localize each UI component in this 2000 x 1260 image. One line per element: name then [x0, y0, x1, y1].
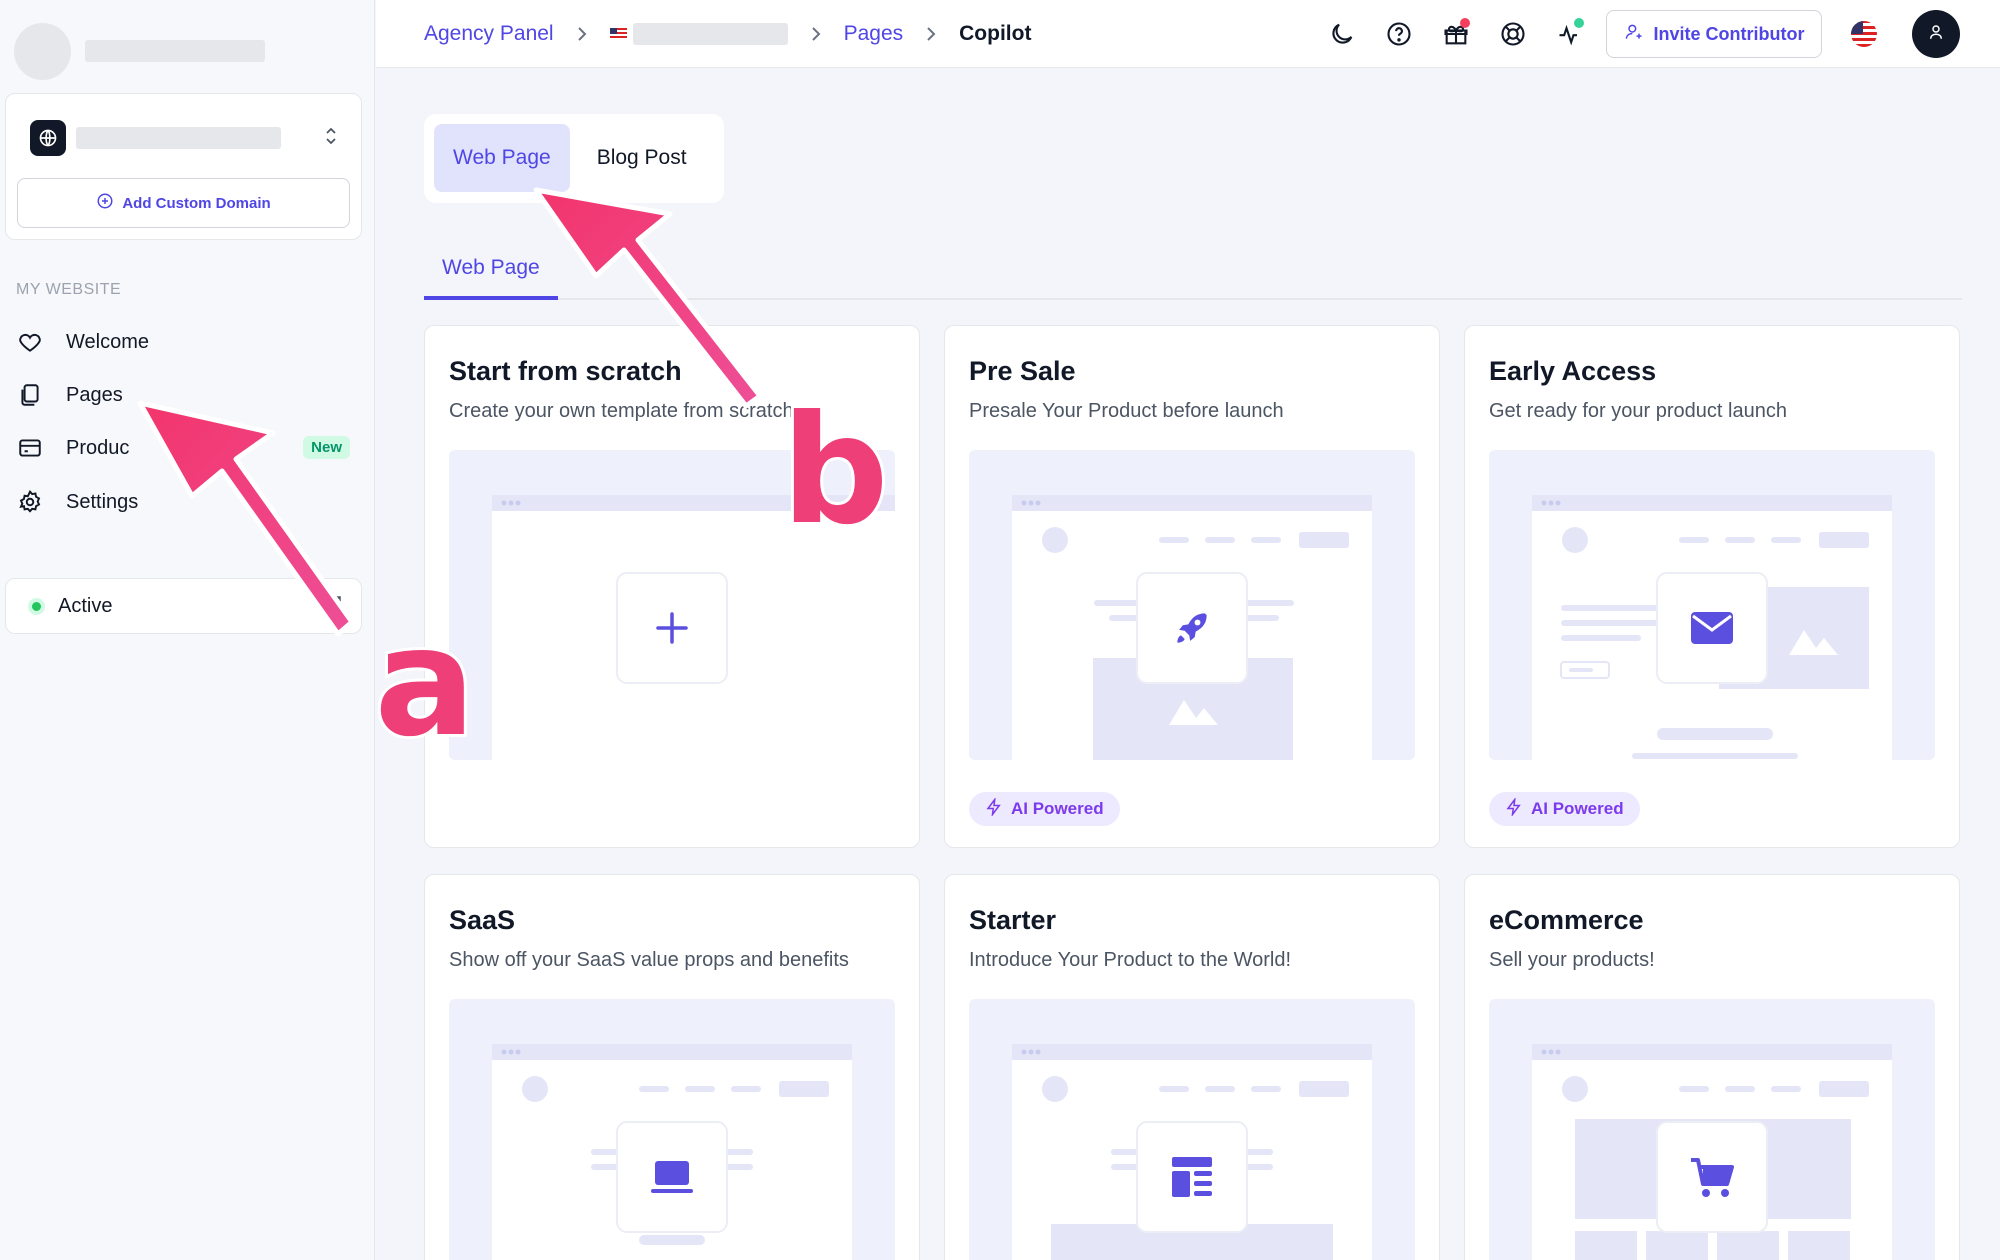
breadcrumb-pages[interactable]: Pages [844, 22, 904, 46]
card-description: Sell your products! [1489, 949, 1655, 971]
template-preview [449, 450, 895, 760]
card-title: Early Access [1489, 356, 1657, 386]
card-title: eCommerce [1489, 905, 1644, 935]
card-title: SaaS [449, 905, 516, 935]
shopping-cart-icon [1689, 1156, 1735, 1205]
breadcrumb-website[interactable] [609, 22, 788, 45]
tab-blog-post[interactable]: Blog Post [578, 124, 706, 192]
breadcrumb: Agency Panel Pages Copilot [424, 22, 1031, 46]
user-profile[interactable] [14, 22, 354, 80]
user-menu-button[interactable] [1912, 10, 1960, 58]
laptop-icon [649, 1157, 695, 1202]
sidebar-item-products[interactable]: Produc New [16, 428, 356, 468]
pages-icon [16, 381, 44, 409]
chevron-right-icon [576, 25, 588, 43]
card-title: Pre Sale [969, 356, 1076, 386]
card-description: Create your own template from scratch. [449, 400, 800, 422]
sidebar: Add Custom Domain MY WEBSITE Welcome Pag… [0, 0, 375, 1260]
mail-icon [1689, 608, 1735, 653]
template-card-saas[interactable]: SaaS Show off your SaaS value props and … [424, 874, 920, 1260]
heart-icon [16, 328, 44, 356]
new-badge: New [303, 436, 350, 459]
template-card-start-from-scratch[interactable]: Start from scratch Create your own templ… [424, 325, 920, 848]
website-name-redacted [632, 22, 788, 45]
add-custom-domain-button[interactable]: Add Custom Domain [17, 178, 350, 228]
website-name-redacted [76, 127, 281, 149]
card-title: Starter [969, 905, 1057, 935]
page-type-switch: Web Page Blog Post [424, 114, 724, 203]
template-preview [449, 999, 895, 1260]
user-name-redacted [85, 40, 265, 62]
card-title: Start from scratch [449, 356, 682, 386]
toolbar-icons [1322, 14, 1607, 54]
chevron-right-icon [925, 25, 937, 43]
notification-dot [1460, 18, 1470, 28]
external-link-icon[interactable] [325, 594, 343, 618]
chevron-right-icon [810, 25, 822, 43]
tab-web-page[interactable]: Web Page [434, 124, 570, 192]
template-card-pre-sale[interactable]: Pre Sale Presale Your Product before lau… [944, 325, 1440, 848]
help-icon[interactable] [1379, 14, 1419, 54]
status-dot [1574, 18, 1584, 28]
card-icon [16, 434, 44, 462]
card-description: Presale Your Product before launch [969, 400, 1284, 422]
activity-icon[interactable] [1550, 14, 1590, 54]
site-status[interactable]: Active [5, 578, 362, 634]
sidebar-item-label: Welcome [66, 330, 149, 353]
status-label: Active [58, 594, 113, 617]
gear-icon [16, 488, 44, 516]
globe-icon [30, 120, 66, 156]
support-icon[interactable] [1493, 14, 1533, 54]
add-custom-domain-label: Add Custom Domain [122, 194, 271, 212]
breadcrumb-agency-panel[interactable]: Agency Panel [424, 22, 554, 46]
invite-contributor-button[interactable]: Invite Contributor [1606, 10, 1822, 58]
us-flag-icon [609, 27, 627, 40]
template-preview [969, 450, 1415, 760]
status-dot [28, 597, 45, 615]
ai-powered-label: AI Powered [1011, 799, 1104, 818]
layout-icon [1170, 1155, 1214, 1204]
sidebar-item-pages[interactable]: Pages [16, 375, 356, 415]
user-icon [1927, 23, 1945, 46]
chevron-updown-icon [324, 126, 338, 151]
template-preview [969, 999, 1415, 1260]
rocket-icon [1170, 606, 1214, 655]
template-preview [1489, 999, 1935, 1260]
subtab-web-page[interactable]: Web Page [424, 240, 558, 300]
plus-circle-icon [96, 192, 114, 214]
website-switcher-card: Add Custom Domain [5, 93, 362, 240]
breadcrumb-current: Copilot [959, 21, 1032, 45]
avatar [14, 22, 71, 80]
template-card-early-access[interactable]: Early Access Get ready for your product … [1464, 325, 1960, 848]
ai-powered-label: AI Powered [1531, 799, 1624, 818]
lightning-icon [1505, 796, 1523, 821]
gift-icon[interactable] [1436, 14, 1476, 54]
card-description: Show off your SaaS value props and benef… [449, 949, 849, 971]
lightning-icon [985, 796, 1003, 821]
moon-icon[interactable] [1322, 14, 1362, 54]
plus-icon [654, 610, 690, 651]
card-description: Introduce Your Product to the World! [969, 949, 1292, 971]
template-card-starter[interactable]: Starter Introduce Your Product to the Wo… [944, 874, 1440, 1260]
sidebar-item-welcome[interactable]: Welcome [16, 322, 356, 362]
ai-powered-badge: AI Powered [969, 792, 1120, 826]
template-category-tabs: Web Page [424, 240, 1962, 300]
sidebar-item-settings[interactable]: Settings [16, 482, 356, 522]
section-label: MY WEBSITE [16, 281, 122, 298]
ai-powered-badge: AI Powered [1489, 792, 1640, 826]
top-bar: Agency Panel Pages Copilot Invite Contri… [376, 0, 2000, 68]
website-switcher[interactable] [30, 120, 348, 156]
card-description: Get ready for your product launch [1489, 400, 1787, 422]
user-plus-icon [1624, 22, 1644, 47]
invite-contributor-label: Invite Contributor [1653, 23, 1805, 44]
sidebar-item-label: Settings [66, 490, 139, 513]
sidebar-item-label: Pages [66, 383, 123, 406]
template-card-ecommerce[interactable]: eCommerce Sell your products! [1464, 874, 1960, 1260]
language-flag-icon[interactable] [1850, 20, 1878, 48]
sidebar-item-label: Produc [66, 436, 130, 459]
template-preview [1489, 450, 1935, 760]
